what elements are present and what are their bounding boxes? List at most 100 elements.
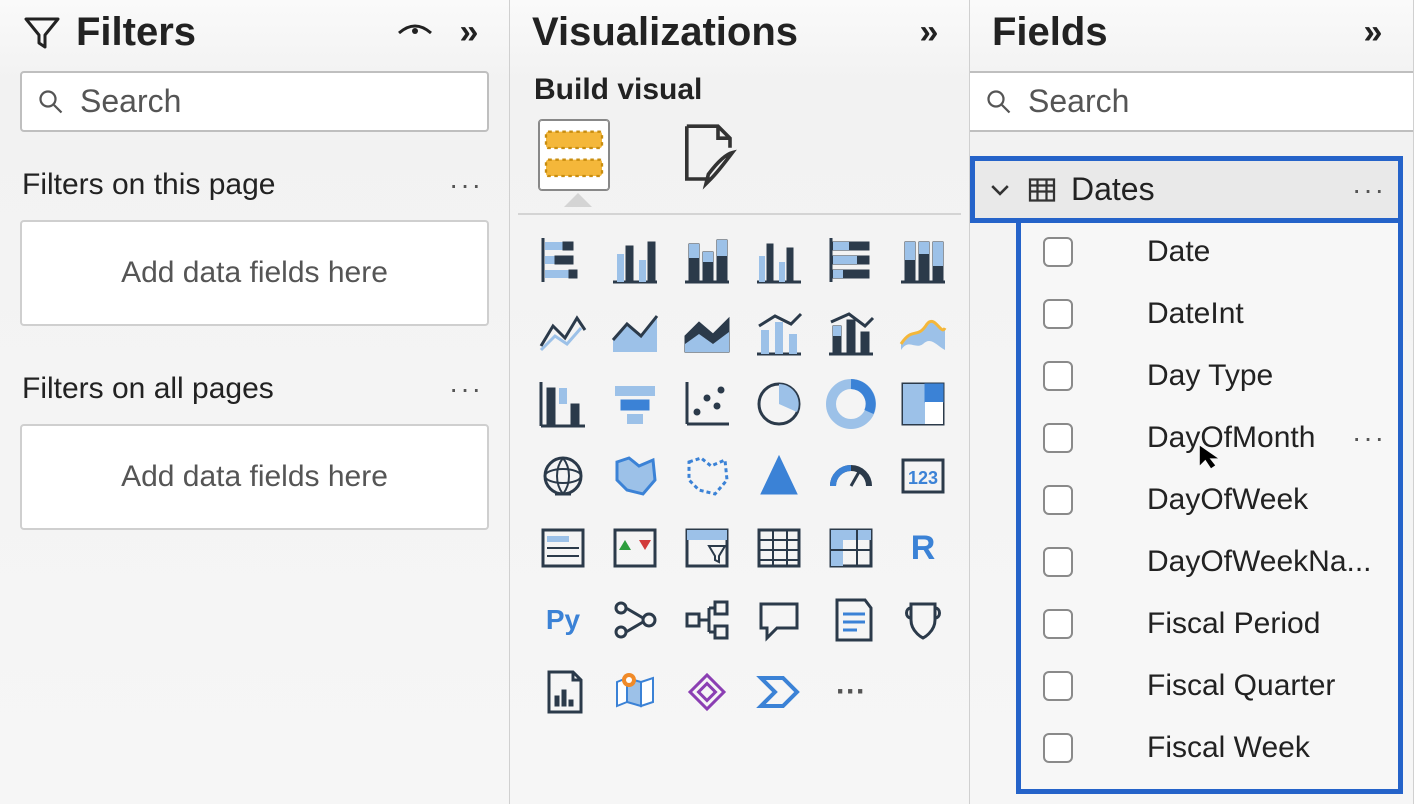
field-item[interactable]: Fiscal Period (1027, 603, 1392, 645)
viz-matrix[interactable] (820, 517, 882, 579)
viz-card[interactable]: 123 (892, 445, 954, 507)
fields-header: Fields » (970, 0, 1413, 67)
viz-line-stacked-column[interactable] (820, 301, 882, 363)
viz-power-apps[interactable] (676, 661, 738, 723)
table-dates[interactable]: Dates ··· (970, 156, 1403, 223)
viz-goals[interactable] (892, 589, 954, 651)
checkbox[interactable] (1043, 609, 1073, 639)
filters-search-placeholder: Search (80, 83, 181, 120)
viz-stacked-column[interactable] (676, 229, 738, 291)
viz-r-visual[interactable]: R (892, 517, 954, 579)
field-label: DayOfWeekNa... (1101, 545, 1386, 579)
collapse-icon[interactable]: » (449, 13, 489, 53)
viz-py-visual[interactable]: Py (532, 589, 594, 651)
viz-area[interactable] (604, 301, 666, 363)
viz-ribbon[interactable] (892, 301, 954, 363)
field-label: Date (1101, 235, 1386, 269)
more-icon[interactable]: ··· (1352, 174, 1386, 206)
table-icon (1027, 175, 1057, 205)
filters-allpages-section: Filters on all pages ··· (0, 354, 509, 416)
more-icon[interactable]: ··· (449, 373, 483, 405)
more-icon[interactable]: ··· (1352, 422, 1386, 454)
viz-waterfall[interactable] (532, 373, 594, 435)
viz-multi-row-card[interactable] (532, 517, 594, 579)
field-label: DateInt (1101, 297, 1386, 331)
checkbox[interactable] (1043, 299, 1073, 329)
viz-stacked-area[interactable] (676, 301, 738, 363)
field-item[interactable]: DayOfMonth··· (1027, 417, 1392, 459)
field-label: Day Type (1101, 359, 1386, 393)
viz-filled-map[interactable] (604, 445, 666, 507)
build-visual-tab[interactable] (538, 119, 610, 191)
field-item[interactable]: Day Type (1027, 355, 1392, 397)
filters-allpages-label: Filters on all pages (22, 372, 274, 406)
viz-treemap[interactable] (892, 373, 954, 435)
filters-pane: Filters » Search Filters on this page ··… (0, 0, 510, 804)
filters-page-dropzone[interactable]: Add data fields here (20, 220, 489, 326)
fields-search-placeholder: Search (1028, 83, 1129, 120)
viz-pie[interactable] (748, 373, 810, 435)
viz-funnel[interactable] (604, 373, 666, 435)
fields-search-input[interactable]: Search (970, 71, 1413, 132)
field-item[interactable]: Date (1027, 231, 1392, 273)
viz-clustered-bar[interactable] (604, 229, 666, 291)
viz-shape-map[interactable] (676, 445, 738, 507)
viz-more[interactable]: ··· (820, 661, 882, 723)
collapse-icon[interactable]: » (909, 13, 949, 53)
fields-pane: Fields » Search Dates ··· Date DateInt Day… (970, 0, 1414, 804)
viz-power-automate[interactable] (748, 661, 810, 723)
checkbox[interactable] (1043, 237, 1073, 267)
viz-qna[interactable] (748, 589, 810, 651)
checkbox[interactable] (1043, 733, 1073, 763)
field-item[interactable]: DateInt (1027, 293, 1392, 335)
field-label: DayOfWeek (1101, 483, 1386, 517)
viz-stacked-column-100[interactable] (892, 229, 954, 291)
viz-smart-narrative[interactable] (820, 589, 882, 651)
filters-title: Filters (76, 10, 381, 55)
field-label: Fiscal Week (1101, 731, 1386, 765)
active-tab-caret (564, 193, 592, 207)
viz-clustered-column[interactable] (748, 229, 810, 291)
viz-kpi[interactable] (604, 517, 666, 579)
viz-decomposition-tree[interactable] (676, 589, 738, 651)
table-name: Dates (1071, 171, 1338, 208)
filters-search-input[interactable]: Search (20, 71, 489, 132)
field-item[interactable]: DayOfWeekNa... (1027, 541, 1392, 583)
checkbox[interactable] (1043, 547, 1073, 577)
field-item[interactable]: Fiscal Quarter (1027, 665, 1392, 707)
viz-azure-map[interactable] (748, 445, 810, 507)
viz-stacked-bar[interactable] (532, 229, 594, 291)
filters-page-label: Filters on this page (22, 168, 275, 202)
viz-table[interactable] (748, 517, 810, 579)
field-list: Date DateInt Day Type DayOfMonth··· DayOfWee… (1016, 223, 1403, 794)
viz-line-clustered-column[interactable] (748, 301, 810, 363)
field-item[interactable]: DayOfWeek (1027, 479, 1392, 521)
viz-key-influencers[interactable] (604, 589, 666, 651)
chevron-down-icon (987, 177, 1013, 203)
more-icon[interactable]: ··· (449, 169, 483, 201)
visualization-gallery: 123 R Py ··· (510, 215, 969, 723)
eye-icon[interactable] (395, 13, 435, 53)
search-icon (36, 87, 66, 117)
build-tabs (510, 113, 969, 191)
checkbox[interactable] (1043, 361, 1073, 391)
filters-header: Filters » (0, 0, 509, 67)
field-item[interactable]: Fiscal Week (1027, 727, 1392, 769)
viz-stacked-bar-100[interactable] (820, 229, 882, 291)
format-visual-tab[interactable] (670, 119, 742, 191)
viz-gauge[interactable] (820, 445, 882, 507)
field-label: Fiscal Quarter (1101, 669, 1386, 703)
viz-slicer[interactable] (676, 517, 738, 579)
checkbox[interactable] (1043, 485, 1073, 515)
checkbox[interactable] (1043, 423, 1073, 453)
filters-allpages-dropzone[interactable]: Add data fields here (20, 424, 489, 530)
collapse-icon[interactable]: » (1353, 13, 1393, 53)
viz-arcgis[interactable] (604, 661, 666, 723)
viz-scatter[interactable] (676, 373, 738, 435)
viz-donut[interactable] (820, 373, 882, 435)
viz-line[interactable] (532, 301, 594, 363)
fields-title: Fields (992, 10, 1339, 55)
viz-paginated-report[interactable] (532, 661, 594, 723)
checkbox[interactable] (1043, 671, 1073, 701)
viz-map[interactable] (532, 445, 594, 507)
